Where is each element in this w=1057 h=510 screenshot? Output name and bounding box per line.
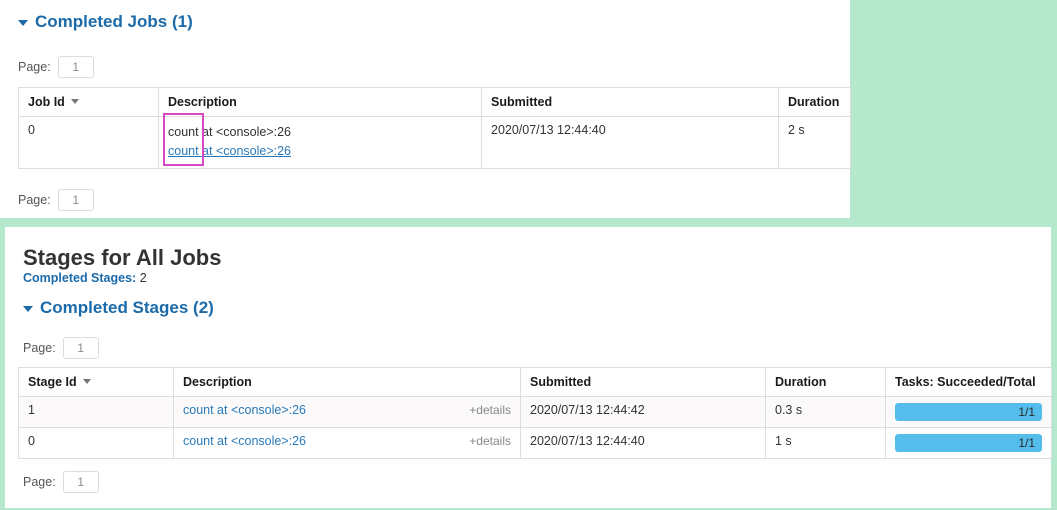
stages-cell-duration: 1 s — [765, 427, 886, 459]
stages-col-stage-id-label: Stage Id — [28, 375, 77, 389]
stages-for-all-jobs-panel: Stages for All Jobs Completed Stages: 2 … — [5, 227, 1052, 508]
jobs-description-text: count at <console>:26 — [168, 125, 292, 139]
completed-stages-table: Stage Id Description Submitted Duration … — [18, 367, 1052, 459]
tasks-progress-bar: 1/1 — [895, 403, 1042, 421]
stages-bottom-pager-label: Page: — [23, 475, 56, 489]
stages-top-pager-label: Page: — [23, 341, 56, 355]
completed-jobs-heading-label: Completed Jobs (1) — [35, 12, 193, 31]
stages-details-toggle[interactable]: +details — [469, 434, 511, 448]
jobs-table-header-row: Job Id Description Submitted Duration — [18, 87, 851, 117]
jobs-cell-job-id: 0 — [18, 116, 159, 169]
caret-down-icon — [23, 305, 33, 312]
stages-bottom-pager: Page: — [23, 471, 99, 493]
stages-col-submitted[interactable]: Submitted — [520, 367, 766, 397]
tasks-progress-label: 1/1 — [1018, 405, 1035, 419]
completed-stages-heading-label: Completed Stages (2) — [40, 298, 214, 317]
jobs-description-link[interactable]: count at <console>:26 — [168, 144, 291, 158]
completed-jobs-table: Job Id Description Submitted Duration 0 … — [18, 87, 851, 169]
completed-stages-summary-value: 2 — [139, 271, 147, 285]
stages-description-link[interactable]: count at <console>:26 — [183, 403, 306, 417]
stages-bottom-page-input[interactable] — [62, 471, 99, 493]
stages-cell-stage-id: 1 — [18, 396, 174, 428]
stages-cell-submitted: 2020/07/13 12:44:42 — [520, 396, 766, 428]
stages-cell-tasks: 1/1 — [885, 427, 1052, 459]
sort-caret-down-icon — [82, 379, 91, 384]
jobs-cell-submitted: 2020/07/13 12:44:40 — [481, 116, 779, 169]
caret-down-icon — [18, 19, 28, 26]
jobs-top-pager-label: Page: — [18, 60, 51, 74]
stages-cell-tasks: 1/1 — [885, 396, 1052, 428]
completed-jobs-panel: Completed Jobs (1) Page: Job Id Descript… — [0, 0, 851, 218]
stages-cell-description: count at <console>:26 +details — [173, 427, 521, 459]
completed-stages-summary: Completed Stages: 2 — [23, 271, 147, 285]
jobs-col-job-id[interactable]: Job Id — [18, 87, 159, 117]
completed-stages-collapse-header[interactable]: Completed Stages (2) — [23, 299, 214, 316]
jobs-col-submitted[interactable]: Submitted — [481, 87, 779, 117]
completed-jobs-collapse-header[interactable]: Completed Jobs (1) — [18, 13, 193, 30]
jobs-top-pager: Page: — [18, 56, 94, 78]
jobs-cell-duration: 2 s — [778, 116, 851, 169]
stages-cell-submitted: 2020/07/13 12:44:40 — [520, 427, 766, 459]
jobs-col-job-id-label: Job Id — [28, 95, 65, 109]
stages-cell-stage-id: 0 — [18, 427, 174, 459]
tasks-progress-label: 1/1 — [1018, 436, 1035, 450]
jobs-cell-description: count at <console>:26 count at <console>… — [158, 116, 482, 169]
table-row: 0 count at <console>:26 count at <consol… — [18, 116, 851, 169]
jobs-col-description[interactable]: Description — [158, 87, 482, 117]
jobs-col-duration[interactable]: Duration — [778, 87, 851, 117]
stages-cell-description: count at <console>:26 +details — [173, 396, 521, 428]
jobs-bottom-pager-label: Page: — [18, 193, 51, 207]
stages-col-stage-id[interactable]: Stage Id — [18, 367, 174, 397]
jobs-bottom-page-input[interactable] — [57, 189, 94, 211]
stages-col-description[interactable]: Description — [173, 367, 521, 397]
tasks-progress-bar: 1/1 — [895, 434, 1042, 452]
table-row: 0 count at <console>:26 +details 2020/07… — [18, 427, 1052, 459]
sort-caret-down-icon — [70, 99, 79, 104]
jobs-bottom-pager: Page: — [18, 189, 94, 211]
stages-details-toggle[interactable]: +details — [469, 403, 511, 417]
completed-stages-summary-label: Completed Stages: — [23, 271, 137, 285]
stages-cell-duration: 0.3 s — [765, 396, 886, 428]
stages-col-duration[interactable]: Duration — [765, 367, 886, 397]
stages-top-pager: Page: — [23, 337, 99, 359]
stages-table-header-row: Stage Id Description Submitted Duration … — [18, 367, 1052, 397]
jobs-top-page-input[interactable] — [57, 56, 94, 78]
table-row: 1 count at <console>:26 +details 2020/07… — [18, 396, 1052, 428]
page-title: Stages for All Jobs — [23, 245, 222, 270]
stages-col-tasks[interactable]: Tasks: Succeeded/Total — [885, 367, 1052, 397]
stages-description-link[interactable]: count at <console>:26 — [183, 434, 306, 448]
stages-top-page-input[interactable] — [62, 337, 99, 359]
